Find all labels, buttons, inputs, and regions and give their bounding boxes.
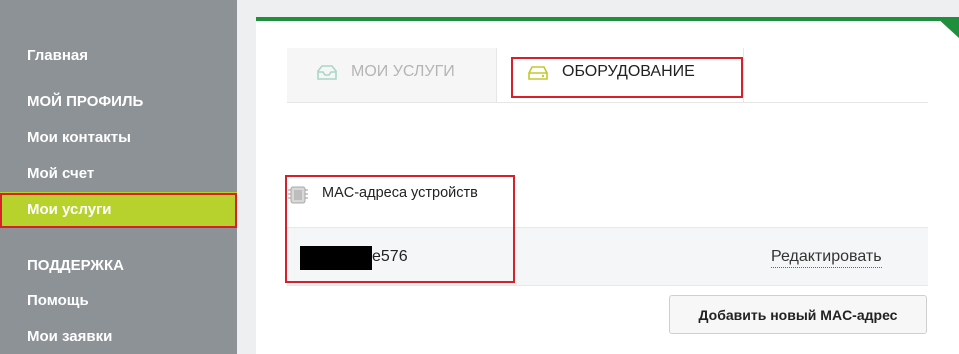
sidebar-item-contacts[interactable]: Мои контакты <box>27 129 131 146</box>
sidebar-section-support: ПОДДЕРЖКА <box>27 257 124 274</box>
highlight-frame-mac-section <box>285 175 515 283</box>
highlight-frame-equipment-tab <box>511 57 743 98</box>
panel-corner-flag <box>936 17 959 38</box>
sidebar-item-help[interactable]: Помощь <box>27 292 89 309</box>
tab-my-services-label: МОИ УСЛУГИ <box>351 63 455 80</box>
highlight-frame-services <box>0 193 237 228</box>
sidebar-item-tickets[interactable]: Мои заявки <box>27 328 112 345</box>
edit-link[interactable]: Редактировать <box>771 248 882 268</box>
inbox-icon <box>316 65 338 86</box>
sidebar-section-profile: МОЙ ПРОФИЛЬ <box>27 93 144 110</box>
sidebar-item-home[interactable]: Главная <box>27 47 88 64</box>
panel-accent-line <box>256 17 940 21</box>
tab-my-services[interactable]: МОИ УСЛУГИ <box>287 48 496 102</box>
tabs-divider <box>287 102 928 103</box>
add-mac-address-button[interactable]: Добавить новый MAC-адрес <box>669 295 927 334</box>
sidebar: Главная МОЙ ПРОФИЛЬ Мои контакты Мой сче… <box>0 0 237 354</box>
sidebar-item-account[interactable]: Мой счет <box>27 165 94 182</box>
